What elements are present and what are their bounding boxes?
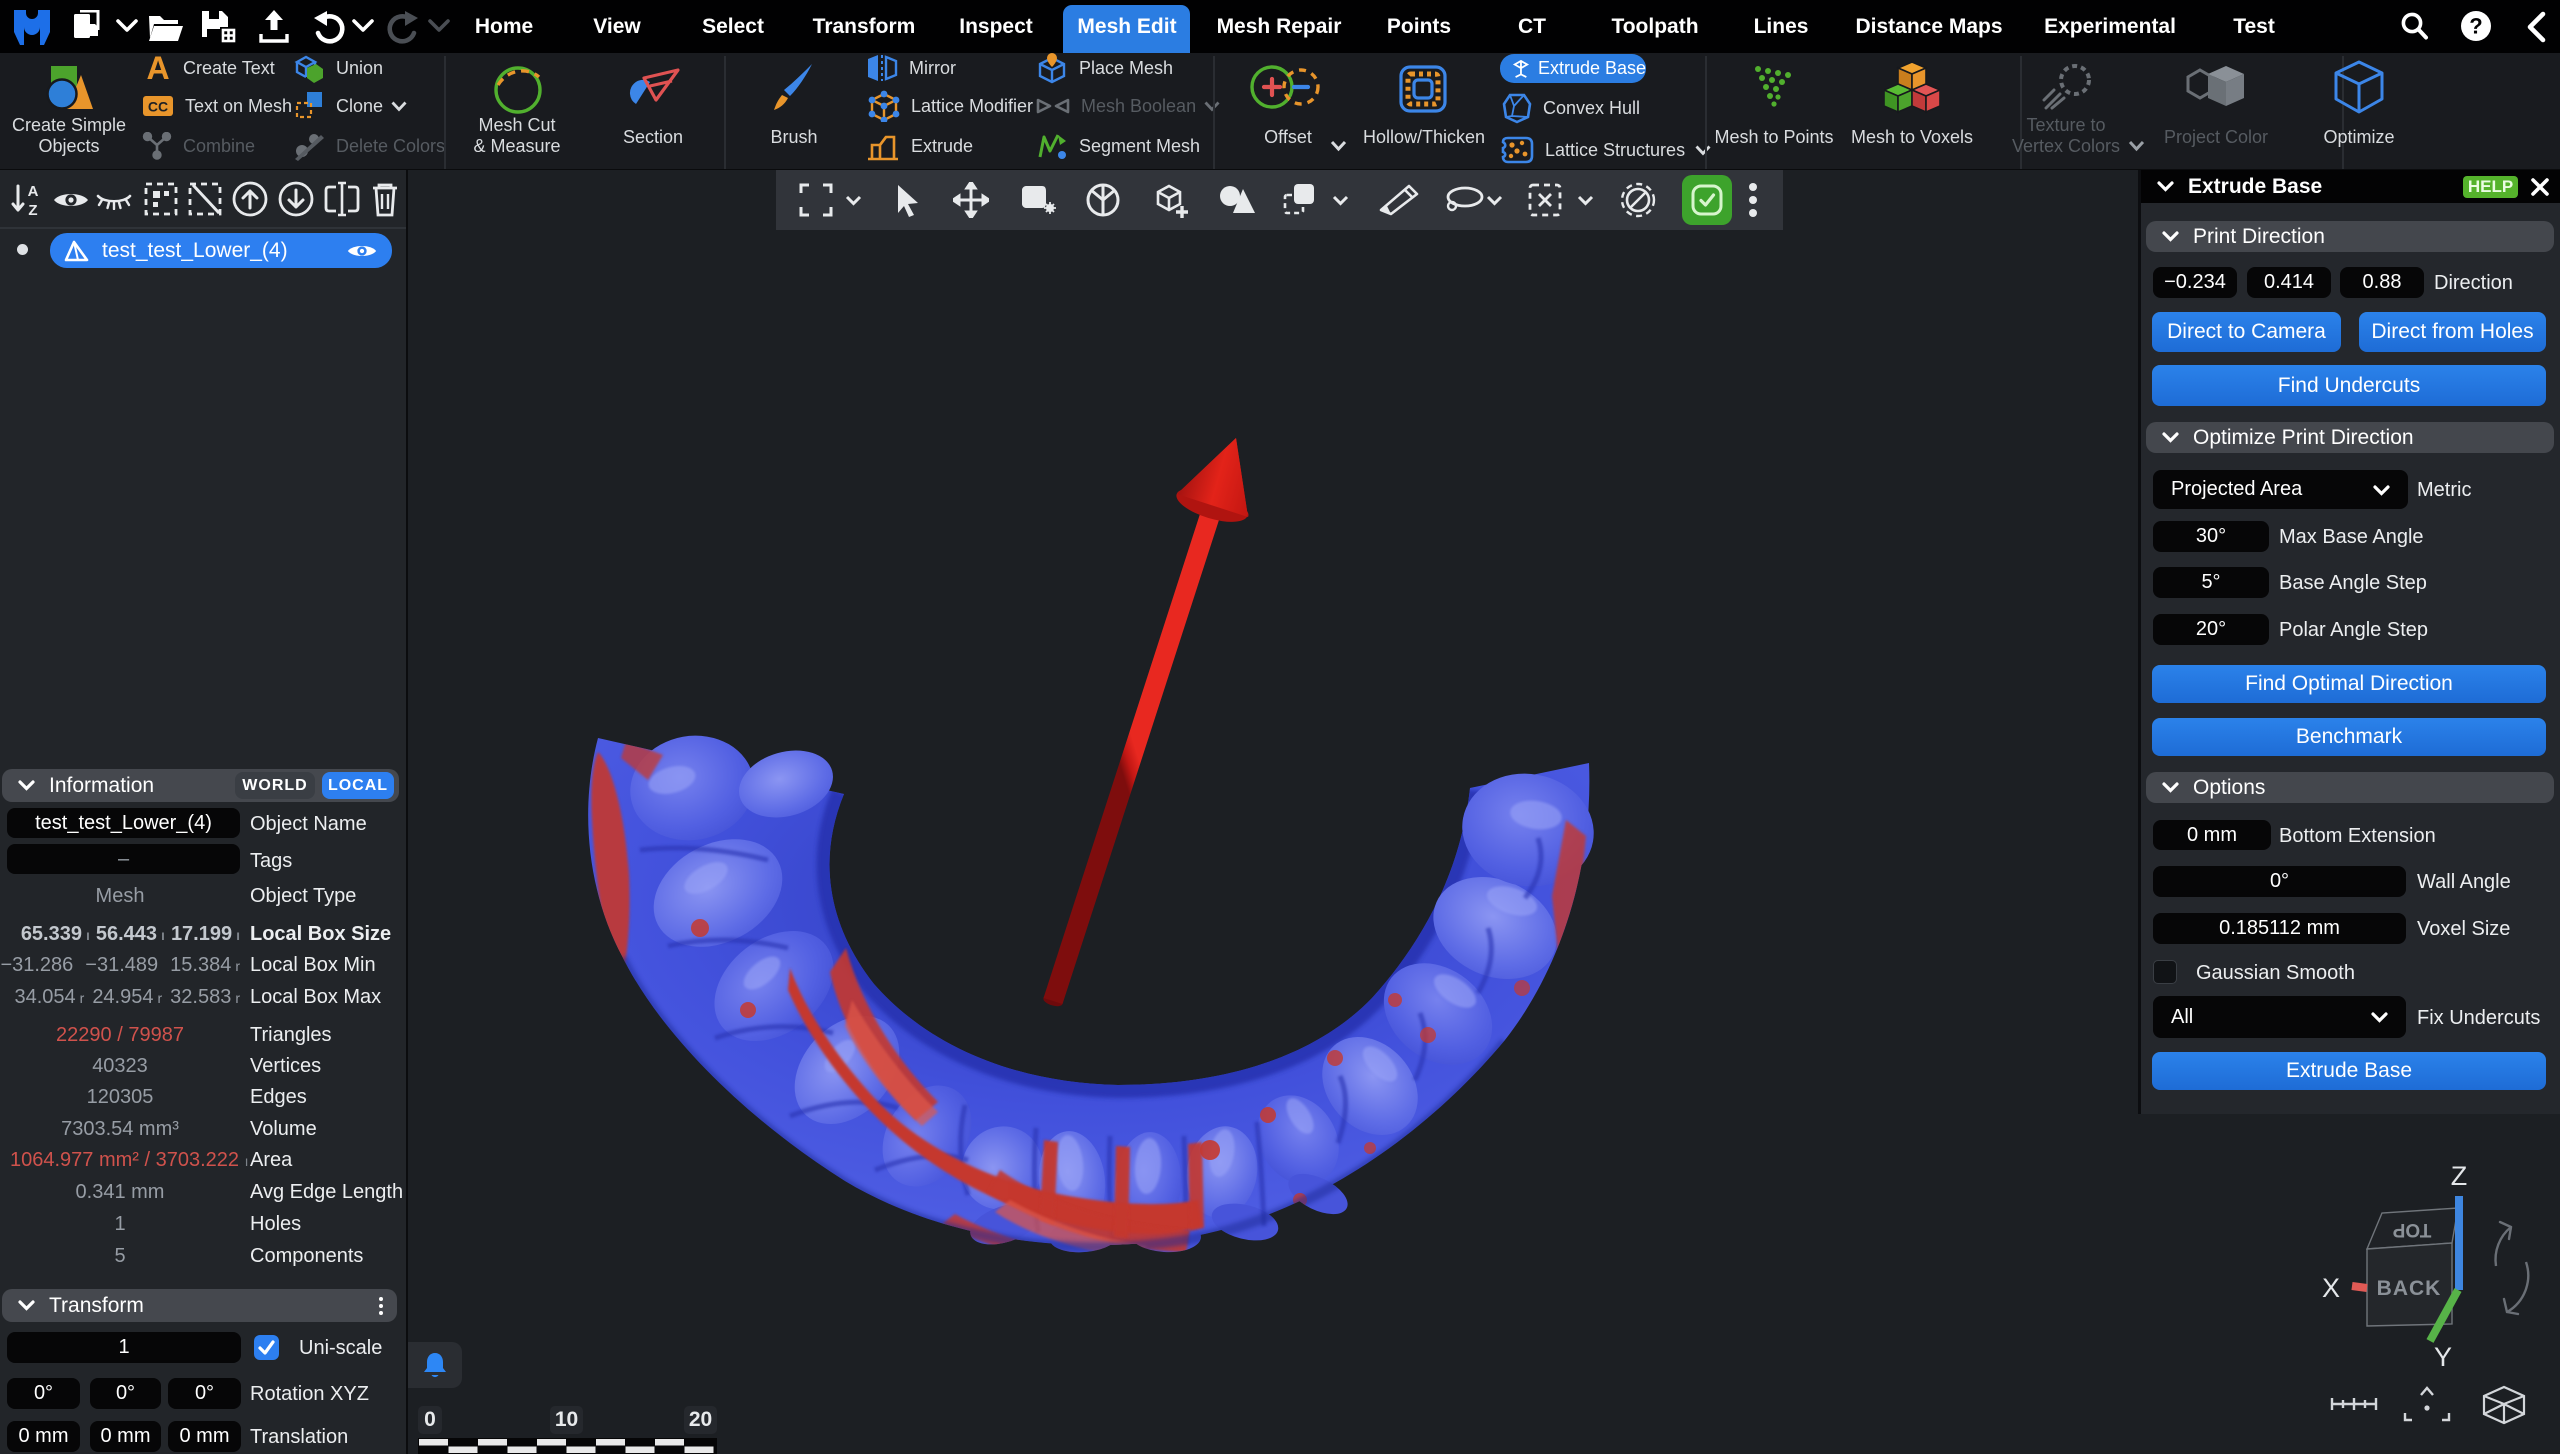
- svg-text:X: X: [2322, 1273, 2340, 1303]
- svg-text:Y: Y: [2434, 1342, 2452, 1372]
- svg-text:BACK: BACK: [2377, 1277, 2442, 1300]
- svg-text:CC: CC: [148, 99, 168, 115]
- svg-text:A: A: [28, 183, 39, 200]
- svg-text:?: ?: [2469, 14, 2482, 39]
- svg-text:A: A: [146, 53, 169, 83]
- svg-text:Z: Z: [2451, 1161, 2468, 1191]
- svg-text:TOP: TOP: [2392, 1219, 2431, 1240]
- svg-text:Z: Z: [28, 202, 37, 218]
